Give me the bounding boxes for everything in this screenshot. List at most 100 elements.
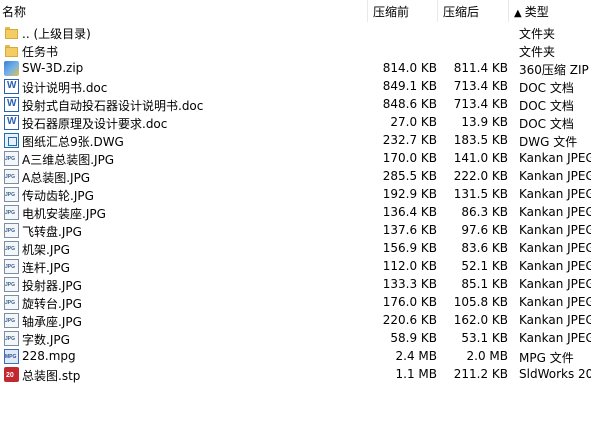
file-type: Kankan JPEG — [519, 241, 591, 255]
file-name: 旋转台.JPG — [22, 297, 82, 311]
jpg-icon — [4, 187, 19, 202]
file-compressed-size: 849.1 KB — [382, 79, 437, 93]
file-compressed-size: 220.6 KB — [382, 313, 437, 327]
file-row[interactable]: SW-3D.zip 814.0 KB 811.4 KB 360压缩 ZIP 文 — [0, 60, 591, 78]
jpg-icon — [4, 259, 19, 274]
file-original-size: 811.4 KB — [453, 61, 508, 75]
file-type: Kankan JPEG — [519, 187, 591, 201]
file-type: DOC 文档 — [519, 81, 574, 95]
file-original-size: 713.4 KB — [453, 79, 508, 93]
file-row[interactable]: 机架.JPG 156.9 KB 83.6 KB Kankan JPEG — [0, 240, 591, 258]
file-compressed-size: 137.6 KB — [382, 223, 437, 237]
file-compressed-size: 814.0 KB — [382, 61, 437, 75]
file-compressed-size: 176.0 KB — [382, 295, 437, 309]
file-row[interactable]: 投石器原理及设计要求.doc 27.0 KB 13.9 KB DOC 文档 — [0, 114, 591, 132]
file-original-size: 211.2 KB — [453, 367, 508, 381]
file-original-size: 183.5 KB — [453, 133, 508, 147]
file-compressed-size: 27.0 KB — [390, 115, 437, 129]
file-row[interactable]: 投射式自动投石器设计说明书.doc 848.6 KB 713.4 KB DOC 文档 — [0, 96, 591, 114]
file-original-size: 105.8 KB — [453, 295, 508, 309]
file-row[interactable]: 飞转盘.JPG 137.6 KB 97.6 KB Kankan JPEG — [0, 222, 591, 240]
file-original-size: 222.0 KB — [453, 169, 508, 183]
file-type: Kankan JPEG — [519, 313, 591, 327]
file-row[interactable]: 图纸汇总9张.DWG 232.7 KB 183.5 KB DWG 文件 — [0, 132, 591, 150]
file-type: DWG 文件 — [519, 135, 578, 149]
file-row[interactable]: 字数.JPG 58.9 KB 53.1 KB Kankan JPEG — [0, 330, 591, 348]
file-type: Kankan JPEG — [519, 151, 591, 165]
file-type: Kankan JPEG — [519, 205, 591, 219]
file-type: 文件夹 — [519, 45, 556, 59]
jpg-icon — [4, 241, 19, 256]
word-icon — [4, 97, 19, 112]
column-header-name[interactable]: 名称 — [2, 3, 26, 20]
jpg-icon — [4, 205, 19, 220]
jpg-icon — [4, 331, 19, 346]
file-compressed-size: 170.0 KB — [382, 151, 437, 165]
zip-icon — [4, 61, 19, 76]
file-original-size: 52.1 KB — [461, 259, 508, 273]
file-compressed-size: 156.9 KB — [382, 241, 437, 255]
file-compressed-size: 2.4 MB — [395, 349, 437, 363]
file-type: Kankan JPEG — [519, 169, 591, 183]
mpg-icon — [4, 349, 19, 364]
file-row[interactable]: A三维总装图.JPG 170.0 KB 141.0 KB Kankan JPEG — [0, 150, 591, 168]
file-row[interactable]: 总装图.stp 1.1 MB 211.2 KB SldWorks 20 — [0, 366, 591, 384]
file-row[interactable]: 旋转台.JPG 176.0 KB 105.8 KB Kankan JPEG — [0, 294, 591, 312]
file-type: MPG 文件 — [519, 351, 574, 365]
file-name: 设计说明书.doc — [22, 81, 108, 95]
file-row[interactable]: 228.mpg 2.4 MB 2.0 MB MPG 文件 — [0, 348, 591, 366]
file-original-size: 713.4 KB — [453, 97, 508, 111]
file-row[interactable]: 轴承座.JPG 220.6 KB 162.0 KB Kankan JPEG — [0, 312, 591, 330]
file-row[interactable]: 电机安装座.JPG 136.4 KB 86.3 KB Kankan JPEG — [0, 204, 591, 222]
file-original-size: 53.1 KB — [461, 331, 508, 345]
column-divider[interactable] — [437, 0, 438, 22]
file-name: 投射器.JPG — [22, 279, 82, 293]
file-row[interactable]: 设计说明书.doc 849.1 KB 713.4 KB DOC 文档 — [0, 78, 591, 96]
file-compressed-size: 1.1 MB — [395, 367, 437, 381]
file-row[interactable]: 传动齿轮.JPG 192.9 KB 131.5 KB Kankan JPEG — [0, 186, 591, 204]
file-original-size: 85.1 KB — [461, 277, 508, 291]
column-header-compressed[interactable]: 压缩前 — [373, 3, 409, 20]
file-row[interactable]: 任务书 文件夹 — [0, 42, 591, 60]
jpg-icon — [4, 277, 19, 292]
file-name: 任务书 — [22, 45, 59, 59]
file-name: 总装图.stp — [22, 369, 81, 383]
file-name: 飞转盘.JPG — [22, 225, 82, 239]
file-row[interactable]: 投射器.JPG 133.3 KB 85.1 KB Kankan JPEG — [0, 276, 591, 294]
file-original-size: 83.6 KB — [461, 241, 508, 255]
file-name: SW-3D.zip — [22, 61, 84, 75]
jpg-icon — [4, 295, 19, 310]
file-compressed-size: 192.9 KB — [382, 187, 437, 201]
file-type: Kankan JPEG — [519, 223, 591, 237]
file-name: 投石器原理及设计要求.doc — [22, 117, 168, 131]
file-name: 连杆.JPG — [22, 261, 70, 275]
file-compressed-size: 58.9 KB — [390, 331, 437, 345]
file-name: 228.mpg — [22, 349, 76, 363]
folder-icon — [4, 43, 19, 58]
file-row[interactable]: 连杆.JPG 112.0 KB 52.1 KB Kankan JPEG — [0, 258, 591, 276]
file-compressed-size: 848.6 KB — [382, 97, 437, 111]
file-name: 轴承座.JPG — [22, 315, 82, 329]
folder-icon — [4, 25, 19, 40]
word-icon — [4, 115, 19, 130]
file-type: Kankan JPEG — [519, 277, 591, 291]
jpg-icon — [4, 313, 19, 328]
file-type: Kankan JPEG — [519, 295, 591, 309]
column-divider[interactable] — [508, 0, 509, 22]
file-name: A总装图.JPG — [22, 171, 91, 185]
file-type: SldWorks 20 — [519, 367, 591, 381]
column-header-type[interactable]: ▲ 类型 — [514, 3, 549, 20]
column-header-original[interactable]: 压缩后 — [443, 3, 479, 20]
file-compressed-size: 112.0 KB — [382, 259, 437, 273]
file-type: 文件夹 — [519, 27, 556, 41]
file-original-size: 86.3 KB — [461, 205, 508, 219]
sort-ascending-icon: ▲ — [514, 8, 522, 19]
jpg-icon — [4, 223, 19, 238]
file-row[interactable]: A总装图.JPG 285.5 KB 222.0 KB Kankan JPEG — [0, 168, 591, 186]
jpg-icon — [4, 169, 19, 184]
column-divider[interactable] — [367, 0, 368, 22]
file-row[interactable]: .. (上级目录) 文件夹 — [0, 24, 591, 42]
file-compressed-size: 232.7 KB — [382, 133, 437, 147]
file-original-size: 97.6 KB — [461, 223, 508, 237]
file-name: 传动齿轮.JPG — [22, 189, 94, 203]
